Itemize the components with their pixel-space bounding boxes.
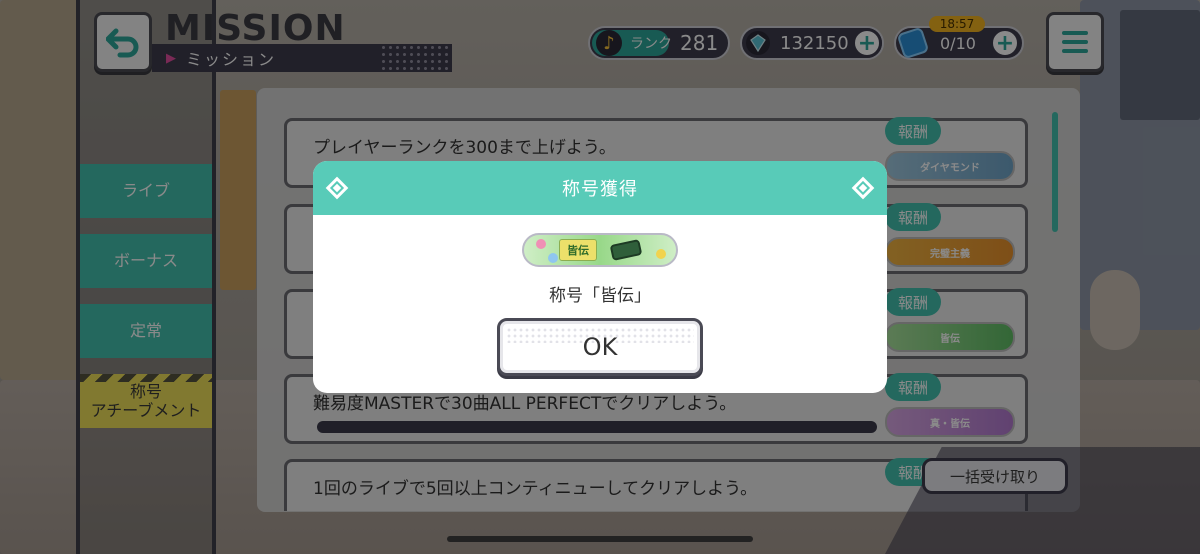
diamond-icon	[851, 176, 875, 200]
dialog-message: 称号「皆伝」	[549, 286, 651, 306]
flower-icon	[548, 253, 558, 263]
diamond-icon	[325, 176, 349, 200]
title-acquired-dialog: 称号獲得 皆伝 称号「皆伝」 OK	[313, 161, 887, 393]
ok-button[interactable]: OK	[497, 318, 703, 376]
dialog-header: 称号獲得	[313, 161, 887, 215]
badge-label: 皆伝	[559, 239, 597, 261]
ok-button-label: OK	[582, 333, 618, 361]
title-badge: 皆伝	[522, 233, 678, 267]
flower-icon	[536, 239, 546, 249]
dialog-title: 称号獲得	[562, 179, 638, 200]
home-indicator	[447, 536, 753, 542]
flower-icon	[656, 249, 666, 259]
spray-can-icon	[609, 239, 643, 261]
